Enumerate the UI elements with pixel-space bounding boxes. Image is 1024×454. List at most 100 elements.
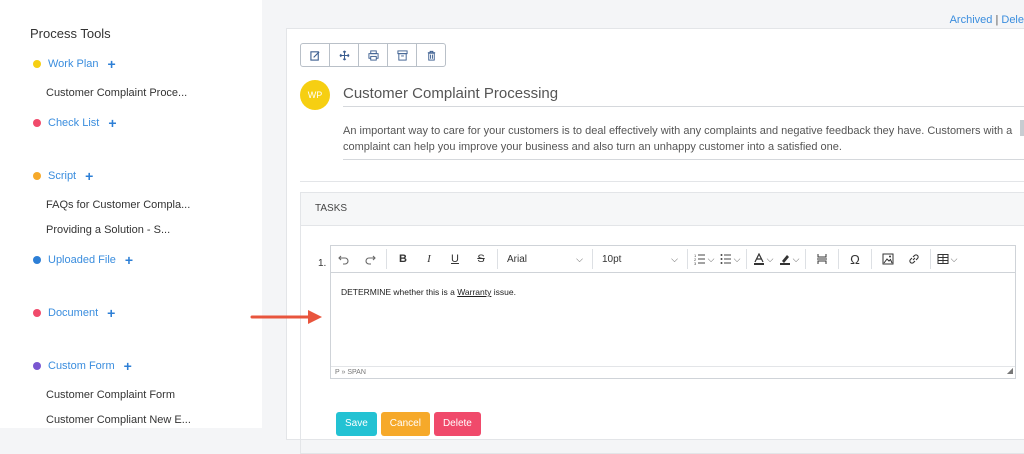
status-dot: [33, 119, 41, 127]
list-item[interactable]: Customer Compliant New E...: [46, 414, 191, 426]
separator: [805, 249, 806, 269]
archived-link[interactable]: Archived: [950, 14, 993, 26]
sidebar-title: Process Tools: [30, 26, 111, 41]
section-custom-form: Custom Form +: [33, 359, 132, 373]
section-work-plan: Work Plan +: [33, 57, 116, 71]
resize-handle-icon[interactable]: ◢: [1007, 365, 1013, 377]
separator: [871, 249, 872, 269]
separator: [838, 249, 839, 269]
status-dot: [33, 309, 41, 317]
avatar: WP: [300, 80, 330, 110]
chevron-down-icon: ⌵: [792, 253, 800, 264]
numbered-list-icon[interactable]: 123 ⌵: [691, 246, 717, 272]
status-dot: [33, 256, 41, 264]
status-dot: [33, 60, 41, 68]
bold-icon[interactable]: B: [390, 246, 416, 272]
section-uploaded-file: Uploaded File +: [33, 253, 133, 267]
chevron-down-icon: ⌵: [707, 253, 715, 264]
editor-toolbar: B I U S Arial ⌵ 10pt ⌵ 1 2 3 ⌵ ⌵ ⌵ ⌵ Ω ⌵: [331, 246, 1015, 273]
editor-statusbar: P » SPAN ◢: [331, 366, 1015, 378]
content-suffix: issue.: [491, 287, 516, 297]
rich-text-editor: B I U S Arial ⌵ 10pt ⌵ 1 2 3 ⌵ ⌵ ⌵ ⌵ Ω ⌵…: [330, 245, 1016, 379]
tasks-header: TASKS: [301, 193, 1024, 226]
add-uploaded-file-icon[interactable]: +: [125, 253, 133, 267]
chevron-down-icon: ⌵: [733, 253, 741, 264]
section-label[interactable]: Uploaded File: [48, 254, 116, 266]
image-icon[interactable]: [875, 246, 901, 272]
divider: [300, 181, 1024, 182]
add-check-list-icon[interactable]: +: [108, 116, 116, 130]
section-label[interactable]: Custom Form: [48, 360, 115, 372]
add-custom-form-icon[interactable]: +: [124, 359, 132, 373]
section-check-list: Check List +: [33, 116, 117, 130]
editor-content[interactable]: DETERMINE whether this is a Warranty iss…: [331, 273, 1015, 311]
section-document: Document +: [33, 306, 115, 320]
font-size-select[interactable]: 10pt ⌵: [596, 246, 684, 272]
top-links: Archived | Dele: [950, 14, 1024, 26]
special-character-icon[interactable]: Ω: [842, 246, 868, 272]
separator: [930, 249, 931, 269]
section-label[interactable]: Script: [48, 170, 76, 182]
trash-icon[interactable]: [417, 44, 445, 66]
list-item[interactable]: Customer Complaint Proce...: [46, 87, 187, 99]
add-script-icon[interactable]: +: [85, 169, 93, 183]
description[interactable]: An important way to care for your custom…: [343, 123, 1024, 160]
list-item[interactable]: Customer Complaint Form: [46, 389, 175, 401]
card-toolbar: [300, 43, 446, 67]
font-family-select[interactable]: Arial ⌵: [501, 246, 589, 272]
task-number: 1.: [318, 258, 327, 269]
status-dot: [33, 362, 41, 370]
status-dot: [33, 172, 41, 180]
delete-link[interactable]: Dele: [1001, 14, 1024, 26]
undo-icon[interactable]: [331, 246, 357, 272]
text-color-icon[interactable]: ⌵: [750, 246, 776, 272]
underline-icon[interactable]: U: [442, 246, 468, 272]
bullet-list-icon[interactable]: ⌵: [717, 246, 743, 272]
add-work-plan-icon[interactable]: +: [108, 57, 116, 71]
warranty-link[interactable]: Warranty: [457, 287, 491, 297]
tasks-panel: TASKS 1. B I U S Arial ⌵ 10pt ⌵ 1 2 3 ⌵ …: [300, 192, 1024, 454]
chevron-down-icon: ⌵: [950, 253, 958, 264]
svg-text:3: 3: [694, 261, 697, 265]
task-actions: Save Cancel Delete: [336, 412, 481, 436]
content-prefix: DETERMINE whether this is a: [341, 287, 458, 297]
chevron-down-icon: ⌵: [576, 253, 583, 264]
work-plan-card: WP Customer Complaint Processing An impo…: [286, 28, 1024, 454]
section-label[interactable]: Check List: [48, 117, 99, 129]
cancel-button[interactable]: Cancel: [380, 412, 430, 436]
move-icon[interactable]: [330, 44, 359, 66]
process-tools-sidebar: Process Tools Work Plan + Customer Compl…: [0, 0, 263, 428]
chevron-down-icon: ⌵: [766, 253, 774, 264]
delete-button[interactable]: Delete: [433, 412, 481, 436]
italic-icon[interactable]: I: [416, 246, 442, 272]
page-break-icon[interactable]: [809, 246, 835, 272]
link-icon[interactable]: [901, 246, 927, 272]
section-label[interactable]: Document: [48, 307, 98, 319]
table-icon[interactable]: ⌵: [934, 246, 960, 272]
scrollbar-thumb[interactable]: [1020, 120, 1024, 136]
page-title[interactable]: Customer Complaint Processing: [343, 85, 1024, 107]
separator: [592, 249, 593, 269]
list-item[interactable]: FAQs for Customer Compla...: [46, 199, 190, 211]
main-content: Archived | Dele WP Customer Complaint Pr…: [262, 0, 1024, 454]
section-script: Script +: [33, 169, 93, 183]
element-path[interactable]: P » SPAN: [335, 369, 366, 376]
chevron-down-icon: ⌵: [671, 253, 678, 264]
link-separator: |: [995, 14, 999, 26]
list-item[interactable]: Providing a Solution - S...: [46, 224, 170, 236]
print-icon[interactable]: [359, 44, 388, 66]
edit-icon[interactable]: [301, 44, 330, 66]
add-document-icon[interactable]: +: [107, 306, 115, 320]
separator: [386, 249, 387, 269]
save-button[interactable]: Save: [336, 412, 377, 436]
font-family-value: Arial: [507, 253, 528, 265]
redo-icon[interactable]: [357, 246, 383, 272]
section-label[interactable]: Work Plan: [48, 58, 99, 70]
separator: [497, 249, 498, 269]
strikethrough-icon[interactable]: S: [468, 246, 494, 272]
separator: [687, 249, 688, 269]
separator: [746, 249, 747, 269]
font-size-value: 10pt: [602, 253, 622, 265]
archive-icon[interactable]: [388, 44, 417, 66]
highlight-color-icon[interactable]: ⌵: [776, 246, 802, 272]
